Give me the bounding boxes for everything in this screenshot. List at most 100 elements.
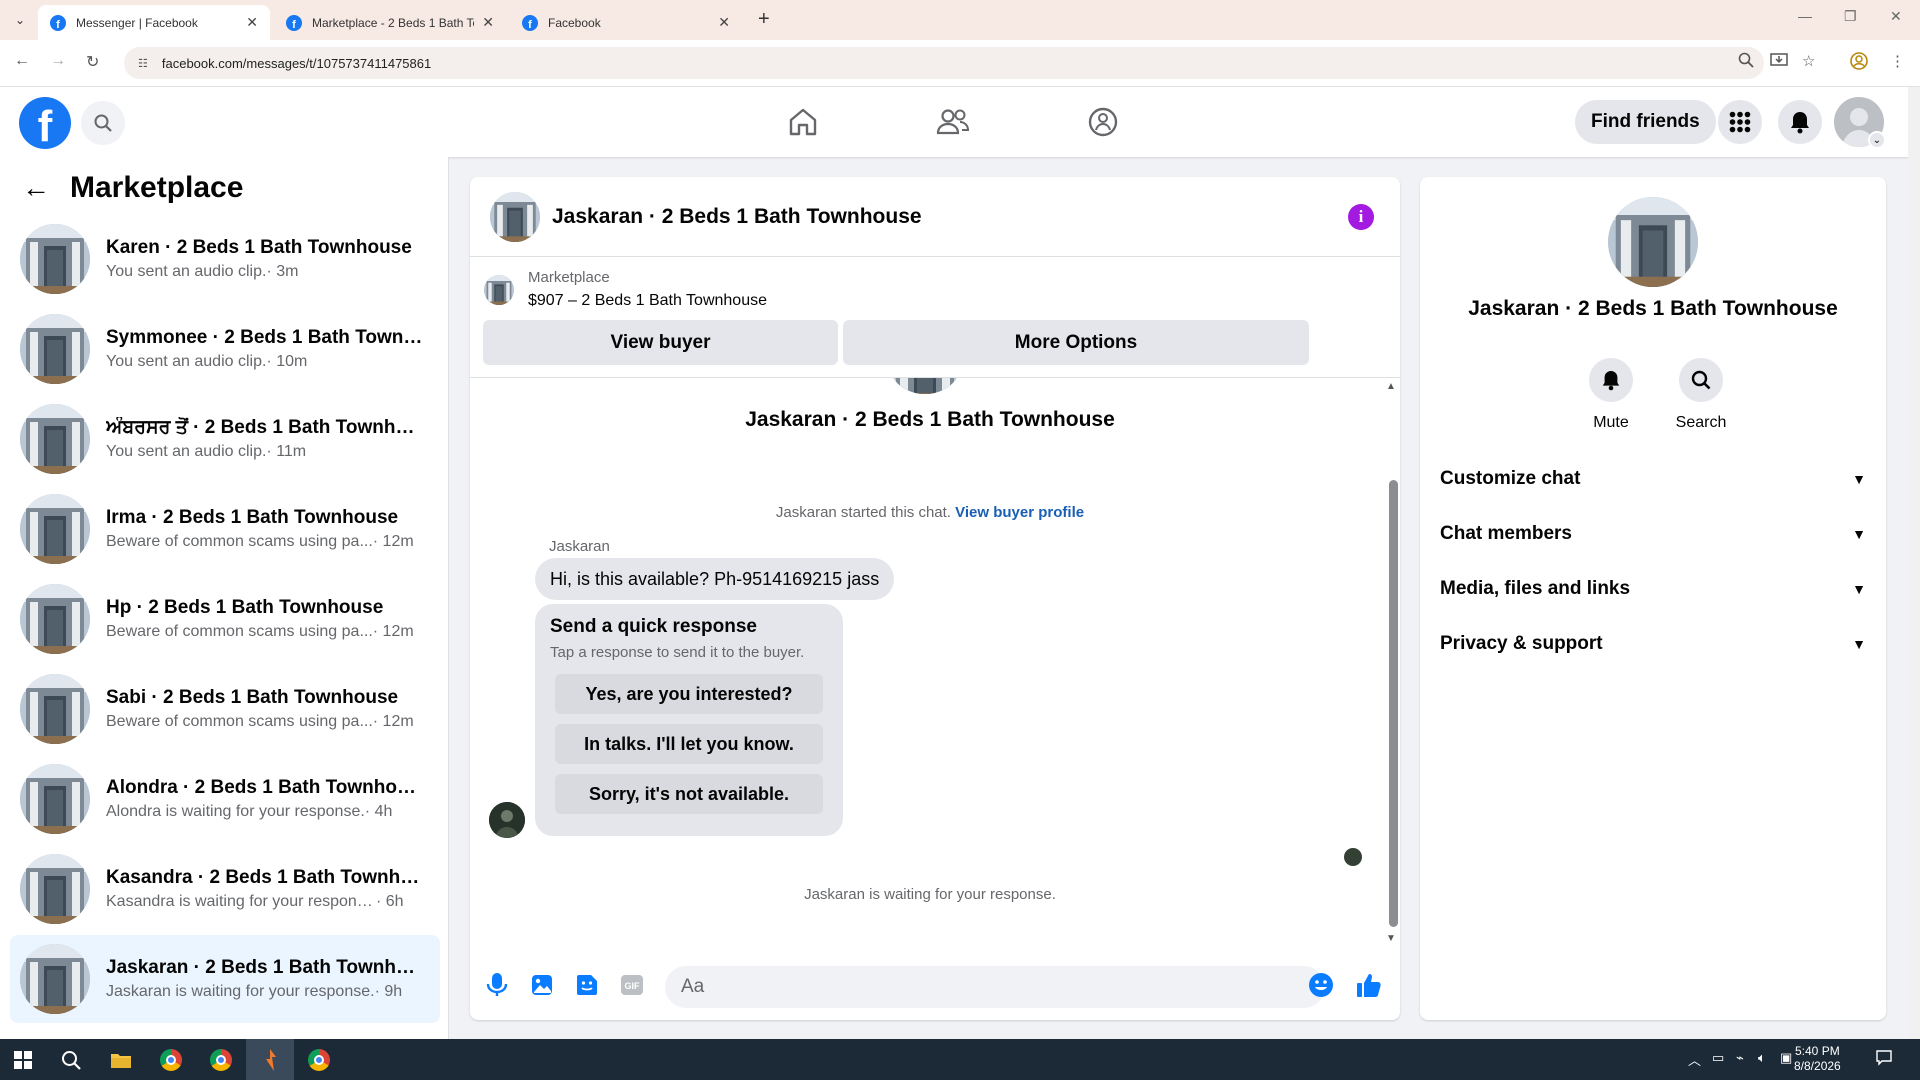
- sticker-icon[interactable]: [572, 970, 602, 1000]
- close-icon[interactable]: ✕: [718, 14, 730, 31]
- message-bubble[interactable]: Hi, is this available? Ph-9514169215 jas…: [535, 558, 895, 600]
- quick-response-yes-button[interactable]: Yes, are you interested?: [555, 674, 823, 714]
- chrome-taskbar-icon[interactable]: [156, 1045, 186, 1075]
- customize-chat-section[interactable]: Customize chat ▼: [1440, 457, 1866, 501]
- taskbar-clock[interactable]: 5:40 PM 8/8/2026: [1794, 1044, 1841, 1074]
- browser-menu-icon[interactable]: ⋮: [1890, 52, 1905, 70]
- bell-icon: [1602, 371, 1620, 391]
- active-app-taskbar-icon[interactable]: [246, 1039, 294, 1080]
- groups-nav-button[interactable]: [1083, 102, 1123, 142]
- snippet-time: · 12m: [372, 713, 414, 730]
- tray-volume-icon[interactable]: 🔈︎: [1758, 1050, 1766, 1066]
- waiting-notice: Jaskaran is waiting for your response.: [804, 886, 1056, 903]
- tray-device-icon[interactable]: ▭: [1712, 1050, 1724, 1066]
- conversation-item[interactable]: Irma · 2 Beds 1 Bath Townhouse Beware of …: [10, 485, 440, 573]
- privacy-support-section[interactable]: Privacy & support ▼: [1440, 622, 1866, 666]
- chrome-taskbar-icon[interactable]: [206, 1045, 236, 1075]
- url-field[interactable]: ☷ facebook.com/messages/t/10757374114758…: [124, 47, 1764, 79]
- view-buyer-profile-link[interactable]: View buyer profile: [955, 504, 1084, 521]
- more-options-button[interactable]: More Options: [843, 320, 1309, 365]
- tab-facebook[interactable]: f Facebook ✕: [510, 5, 742, 40]
- chrome-taskbar-icon[interactable]: [304, 1045, 334, 1075]
- tray-chevron-icon[interactable]: ︿: [1688, 1050, 1701, 1069]
- menu-button[interactable]: [1718, 100, 1762, 144]
- restore-icon[interactable]: ❐: [1844, 8, 1857, 25]
- conversation-item[interactable]: Karen · 2 Beds 1 Bath Townhouse You sent …: [10, 215, 440, 303]
- chat-members-section[interactable]: Chat members ▼: [1440, 512, 1866, 556]
- notification-center-icon[interactable]: [1876, 1050, 1892, 1069]
- conversation-title: Jaskaran · 2 Beds 1 Bath Townhouse: [745, 408, 1115, 431]
- media-files-links-section[interactable]: Media, files and links ▼: [1440, 567, 1866, 611]
- zoom-icon[interactable]: [1738, 52, 1754, 72]
- tab-messenger[interactable]: f Messenger | Facebook ✕: [38, 5, 270, 40]
- search-icon: [1691, 370, 1711, 390]
- snippet-text: You sent an audio clip.: [106, 263, 267, 280]
- emoji-icon[interactable]: [1306, 970, 1336, 1000]
- friends-nav-button[interactable]: [933, 102, 973, 142]
- conversation-thumbnail: [20, 314, 90, 384]
- account-chevron-icon[interactable]: ⌄: [1868, 131, 1886, 149]
- scrollbar-thumb[interactable]: [1389, 480, 1398, 927]
- scroll-up-icon[interactable]: ▲: [1386, 381, 1396, 392]
- find-friends-button[interactable]: Find friends: [1575, 100, 1716, 144]
- start-icon[interactable]: [8, 1045, 38, 1075]
- snippet-text: Beware of common scams using pa...: [106, 623, 373, 640]
- close-icon[interactable]: ✕: [482, 14, 494, 31]
- conversation-item[interactable]: Jaskaran · 2 Beds 1 Bath Townhouse Jaskar…: [10, 935, 440, 1023]
- microphone-icon[interactable]: [482, 970, 512, 1000]
- tab-title: Messenger | Facebook: [76, 15, 198, 30]
- minimize-icon[interactable]: —: [1798, 8, 1812, 24]
- window-close-icon[interactable]: ✕: [1890, 8, 1902, 25]
- forward-icon[interactable]: →: [50, 52, 66, 70]
- search-in-conversation-button[interactable]: Search: [1661, 358, 1741, 432]
- message-input[interactable]: Aa: [665, 966, 1325, 1008]
- tray-network-off-icon[interactable]: ⌁: [1736, 1050, 1744, 1066]
- conversation-item[interactable]: ਅੰਬਰਸਰ ਤੋਂ · 2 Beds 1 Bath Townhouse You …: [10, 395, 440, 483]
- tab-marketplace[interactable]: f Marketplace - 2 Beds 1 Bath Townhouse …: [274, 5, 506, 40]
- scroll-down-icon[interactable]: ▼: [1386, 933, 1396, 944]
- snippet-time: · 3m: [266, 263, 299, 280]
- home-nav-button[interactable]: [783, 102, 823, 142]
- conversation-item[interactable]: Symmonee · 2 Beds 1 Bath Townho... You se…: [10, 305, 440, 393]
- quick-response-not-available-button[interactable]: Sorry, it's not available.: [555, 774, 823, 814]
- facebook-logo[interactable]: f: [19, 97, 71, 149]
- conversation-snippet: Alondra is waiting for your response. · …: [106, 803, 426, 821]
- conversation-avatar: [890, 378, 960, 394]
- install-app-icon[interactable]: [1770, 52, 1788, 72]
- photo-icon[interactable]: [527, 970, 557, 1000]
- search-label: Search: [1675, 414, 1727, 431]
- tab-search-dropdown-icon[interactable]: ⌄: [8, 10, 32, 30]
- facebook-favicon-icon: f: [50, 14, 66, 31]
- notifications-button[interactable]: [1778, 100, 1822, 144]
- search-button[interactable]: [81, 101, 125, 145]
- file-explorer-icon[interactable]: [106, 1045, 136, 1075]
- site-info-icon[interactable]: ☷: [138, 57, 148, 70]
- listing-summary[interactable]: Marketplace $907 – 2 Beds 1 Bath Townhou…: [484, 269, 767, 310]
- tray-display-icon[interactable]: ▣: [1780, 1050, 1792, 1066]
- back-arrow-icon[interactable]: ←: [22, 172, 50, 204]
- mute-button[interactable]: Mute: [1571, 358, 1651, 432]
- chat-title[interactable]: Jaskaran · 2 Beds 1 Bath Townhouse: [552, 205, 922, 229]
- new-tab-icon[interactable]: +: [758, 8, 770, 31]
- reload-icon[interactable]: ↻: [86, 52, 99, 72]
- conversation-item[interactable]: Kasandra · 2 Beds 1 Bath Townhouse Kasand…: [10, 845, 440, 933]
- listing-avatar[interactable]: [1608, 197, 1698, 287]
- close-icon[interactable]: ✕: [246, 14, 258, 31]
- info-icon[interactable]: i: [1348, 204, 1374, 230]
- view-buyer-button[interactable]: View buyer: [483, 320, 838, 365]
- gif-icon[interactable]: GIF: [617, 970, 647, 1000]
- conversation-item[interactable]: Hp · 2 Beds 1 Bath Townhouse Beware of co…: [10, 575, 440, 663]
- back-icon[interactable]: ←: [14, 52, 30, 70]
- taskbar-search-icon[interactable]: [56, 1045, 86, 1075]
- bookmark-star-icon[interactable]: ☆: [1802, 52, 1815, 70]
- like-thumbs-up-icon[interactable]: [1354, 970, 1384, 1000]
- conversation-details-panel: Jaskaran · 2 Beds 1 Bath Townhouse Mute …: [1420, 177, 1886, 1020]
- conversation-snippet: Beware of common scams using pa... · 12m: [106, 533, 426, 551]
- page-scrollbar[interactable]: [1908, 87, 1920, 1039]
- profile-icon[interactable]: [1850, 52, 1868, 74]
- quick-response-in-talks-button[interactable]: In talks. I'll let you know.: [555, 724, 823, 764]
- conversation-item[interactable]: Alondra · 2 Beds 1 Bath Townhouse Alondra…: [10, 755, 440, 843]
- conversation-item[interactable]: Sabi · 2 Beds 1 Bath Townhouse Beware of …: [10, 665, 440, 753]
- listing-thumbnail[interactable]: [490, 191, 540, 242]
- sender-avatar[interactable]: [489, 802, 525, 838]
